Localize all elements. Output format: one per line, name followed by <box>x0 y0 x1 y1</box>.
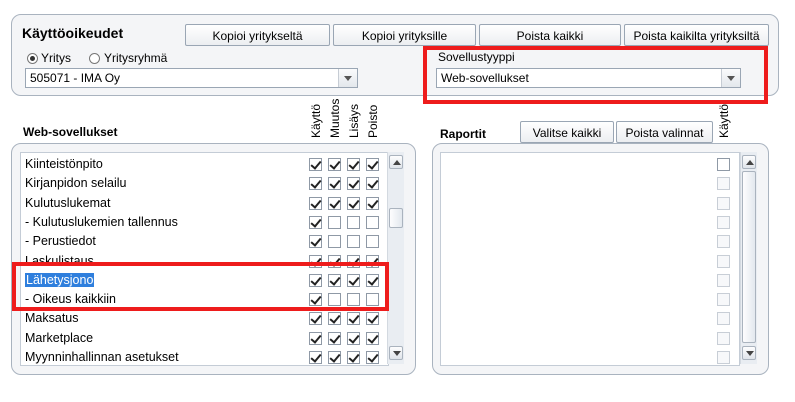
report-checkbox[interactable] <box>717 254 730 268</box>
permission-checkbox[interactable] <box>347 331 360 345</box>
copy-from-company-button[interactable]: Kopioi yritykseltä <box>185 24 330 46</box>
column-header-add: Lisäys <box>347 103 361 138</box>
scroll-thumb[interactable] <box>742 171 756 343</box>
permission-checkbox[interactable] <box>309 215 322 229</box>
radio-company-group-label: Yritysryhmä <box>104 51 168 65</box>
report-checkbox[interactable] <box>717 158 730 171</box>
permission-checkbox[interactable] <box>309 312 322 326</box>
app-type-highlight <box>423 46 768 104</box>
copy-to-companies-button[interactable]: Kopioi yrityksille <box>333 24 476 46</box>
permission-checkbox[interactable] <box>347 158 360 171</box>
table-row[interactable]: Maksatus <box>21 309 388 328</box>
scroll-down-icon[interactable] <box>742 346 756 360</box>
company-select[interactable]: 505071 - IMA Oy <box>25 68 358 88</box>
report-checkbox[interactable] <box>717 312 730 326</box>
column-header-edit: Muutos <box>328 98 342 138</box>
row-label: Myynninhallinnan asetukset <box>25 350 179 364</box>
web-apps-scrollbar[interactable] <box>387 152 404 364</box>
table-row[interactable]: Marketplace <box>21 329 388 348</box>
table-row[interactable]: - Kulutuslukemien tallennus <box>21 213 388 232</box>
permission-checkbox[interactable] <box>309 351 322 364</box>
web-apps-list: Kiinteistönpito Kirjanpidon selailu Kulutu… <box>20 152 389 366</box>
permission-checkbox[interactable] <box>309 331 322 345</box>
reports-column-header-use: Käyttö <box>717 103 731 138</box>
permission-checkbox[interactable] <box>347 235 360 249</box>
permission-checkbox[interactable] <box>309 177 322 191</box>
permission-checkbox[interactable] <box>328 351 341 364</box>
remove-from-all-companies-button[interactable]: Poista kaikilta yrityksiltä <box>624 24 769 46</box>
scroll-down-icon[interactable] <box>389 346 403 360</box>
permission-checkbox[interactable] <box>347 177 360 191</box>
row-label: Kirjanpidon selailu <box>25 176 127 191</box>
permission-checkbox[interactable] <box>366 351 379 364</box>
permission-checkbox[interactable] <box>366 215 379 229</box>
scroll-thumb[interactable] <box>389 208 403 228</box>
scroll-up-icon[interactable] <box>389 155 403 169</box>
reports-list <box>440 152 740 366</box>
permission-checkbox[interactable] <box>328 312 341 326</box>
radio-company-group[interactable] <box>89 53 100 64</box>
report-checkbox[interactable] <box>717 196 730 210</box>
permission-checkbox[interactable] <box>309 158 322 171</box>
report-checkbox[interactable] <box>717 331 730 345</box>
permission-checkbox[interactable] <box>328 177 341 191</box>
report-checkbox[interactable] <box>717 235 730 249</box>
company-select-value: 505071 - IMA Oy <box>30 71 121 85</box>
report-checkbox[interactable] <box>717 273 730 287</box>
column-header-use: Käyttö <box>309 103 323 138</box>
row-label: - Perustiedot <box>25 234 96 249</box>
row-label: Marketplace <box>25 330 94 345</box>
permission-checkbox[interactable] <box>366 331 379 345</box>
permission-checkbox[interactable] <box>366 196 379 210</box>
row-label: - Kulutuslukemien tallennus <box>25 214 178 229</box>
table-row[interactable]: - Perustiedot <box>21 232 388 251</box>
row-label: Kiinteistönpito <box>25 157 103 171</box>
permission-checkbox[interactable] <box>347 196 360 210</box>
permission-checkbox[interactable] <box>366 177 379 191</box>
row-label: Maksatus <box>25 311 79 326</box>
permission-checkbox[interactable] <box>366 158 379 171</box>
permission-checkbox[interactable] <box>328 158 341 171</box>
permission-checkbox[interactable] <box>328 215 341 229</box>
chevron-down-icon[interactable] <box>338 69 357 87</box>
page-title: Käyttöoikeudet <box>22 25 124 41</box>
select-all-button[interactable]: Valitse kaikki <box>520 121 614 143</box>
permission-checkbox[interactable] <box>347 351 360 364</box>
radio-company[interactable] <box>27 53 38 64</box>
table-row[interactable]: Kulutuslukemat <box>21 194 388 213</box>
column-header-delete: Poisto <box>366 104 380 138</box>
permission-checkbox[interactable] <box>366 235 379 249</box>
permission-checkbox[interactable] <box>328 196 341 210</box>
permission-checkbox[interactable] <box>328 331 341 345</box>
selected-row-highlight <box>12 262 389 311</box>
report-checkbox[interactable] <box>717 351 730 364</box>
permission-checkbox[interactable] <box>309 196 322 210</box>
scroll-up-icon[interactable] <box>742 155 756 169</box>
remove-all-button[interactable]: Poista kaikki <box>479 24 621 46</box>
report-checkbox[interactable] <box>717 215 730 229</box>
permission-checkbox[interactable] <box>347 312 360 326</box>
reports-scrollbar[interactable] <box>740 152 757 364</box>
table-row[interactable]: Kirjanpidon selailu <box>21 174 388 193</box>
radio-company-label: Yritys <box>41 51 71 65</box>
permission-checkbox[interactable] <box>347 215 360 229</box>
clear-selection-button[interactable]: Poista valinnat <box>616 121 713 143</box>
row-label: Kulutuslukemat <box>25 195 111 210</box>
permission-checkbox[interactable] <box>309 235 322 249</box>
report-checkbox[interactable] <box>717 293 730 307</box>
permission-checkbox[interactable] <box>328 235 341 249</box>
web-apps-title: Web-sovellukset <box>23 125 118 139</box>
table-row[interactable]: Myynninhallinnan asetukset <box>21 348 388 365</box>
permission-checkbox[interactable] <box>366 312 379 326</box>
table-row[interactable]: Kiinteistönpito <box>21 155 388 174</box>
report-checkbox[interactable] <box>717 177 730 191</box>
reports-title: Raportit <box>440 127 486 141</box>
